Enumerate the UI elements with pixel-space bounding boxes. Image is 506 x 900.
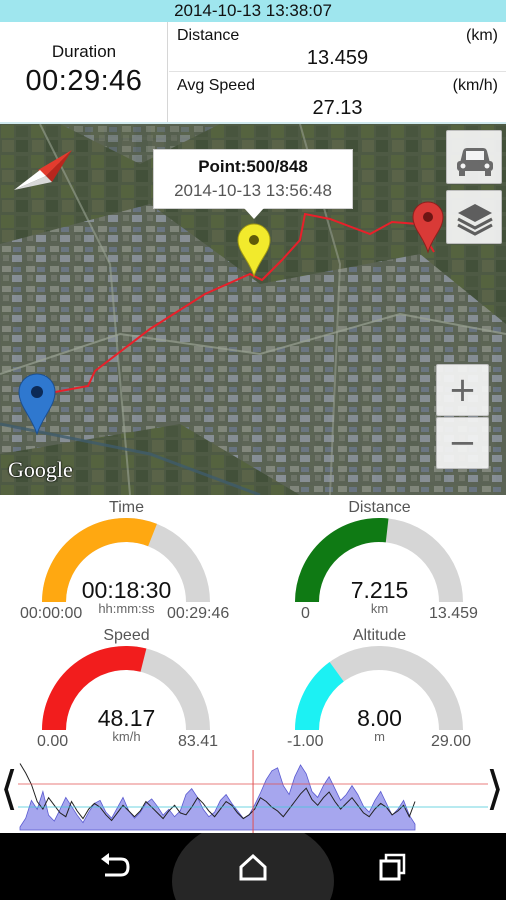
point-info-popup[interactable]: Point:500/848 2014-10-13 13:56:48 (153, 149, 353, 219)
avg-speed-unit: (km/h) (452, 77, 498, 94)
distance-label: Distance (177, 27, 240, 44)
duration-value: 00:29:46 (25, 65, 143, 97)
timestamp-bar: 2014-10-13 13:38:07 (0, 0, 506, 22)
gauge-panel: Time 00:18:30 hh:mm:ss 00:00:00 00:29:46… (0, 495, 506, 750)
altitude-gauge: Altitude 8.00 m -1.00 29.00 (253, 623, 506, 750)
point-timestamp: 2014-10-13 13:56:48 (174, 181, 332, 200)
distance-gauge-title: Distance (348, 499, 411, 516)
timestamp-text: 2014-10-13 13:38:07 (174, 1, 332, 20)
zoom-out-label: − (448, 423, 477, 463)
altitude-gauge-title: Altitude (352, 627, 407, 644)
layers-icon (457, 204, 493, 236)
speed-gauge: Speed 48.17 km/h 0.00 83.41 (0, 623, 253, 750)
map-layers-button[interactable] (446, 190, 502, 244)
distance-gauge-value: 7.215 (350, 577, 409, 603)
distance-gauge-min: 0 (301, 605, 310, 622)
track-profile-graph[interactable]: ⟨ ⟩ (0, 750, 506, 833)
altitude-gauge-min: -1.00 (287, 733, 324, 750)
time-gauge-min: 00:00:00 (20, 605, 83, 622)
avg-speed-value: 27.13 (312, 97, 363, 119)
distance-box: Distance (km) 13.459 (169, 22, 506, 72)
travel-mode-button[interactable] (446, 130, 502, 184)
time-gauge-value: 00:18:30 (81, 577, 172, 603)
speed-gauge-min: 0.00 (37, 733, 69, 750)
back-icon[interactable] (91, 845, 135, 889)
distance-gauge: Distance 7.215 km 0 13.459 (253, 495, 506, 622)
point-index-label: Point:500/848 (198, 157, 308, 176)
profile-chart[interactable] (18, 750, 488, 833)
duration-box: Duration 00:29:46 (0, 22, 168, 122)
time-gauge-title: Time (109, 499, 144, 516)
zoom-in-button[interactable]: + (436, 364, 489, 416)
system-nav-bar (0, 833, 506, 900)
profile-prev-button[interactable]: ⟨ (0, 758, 18, 818)
altitude-gauge-max: 29.00 (431, 733, 472, 750)
google-logo: Google (8, 457, 73, 482)
home-icon[interactable] (231, 845, 275, 889)
distance-gauge-max: 13.459 (429, 605, 478, 622)
distance-value: 13.459 (306, 47, 369, 69)
distance-unit: (km) (466, 27, 498, 44)
profile-next-button[interactable]: ⟩ (486, 758, 504, 818)
time-gauge: Time 00:18:30 hh:mm:ss 00:00:00 00:29:46 (0, 495, 253, 622)
zoom-in-label: + (448, 370, 477, 410)
avg-speed-label: Avg Speed (177, 77, 255, 94)
speed-gauge-title: Speed (103, 627, 150, 644)
time-gauge-max: 00:29:46 (167, 605, 230, 622)
trip-summary: Duration 00:29:46 Distance (km) 13.459 A… (0, 22, 506, 124)
speed-gauge-max: 83.41 (178, 733, 219, 750)
recent-apps-icon[interactable] (371, 845, 415, 889)
car-icon (457, 148, 493, 176)
altitude-gauge-value: 8.00 (357, 705, 402, 731)
zoom-out-button[interactable]: − (436, 417, 489, 469)
speed-gauge-value: 48.17 (97, 705, 156, 731)
duration-label: Duration (51, 42, 117, 61)
avg-speed-box: Avg Speed (km/h) 27.13 (169, 72, 506, 122)
satellite-map[interactable]: Point:500/848 2014-10-13 13:56:48 + − Go… (0, 124, 506, 495)
altitude-area (19, 764, 416, 831)
